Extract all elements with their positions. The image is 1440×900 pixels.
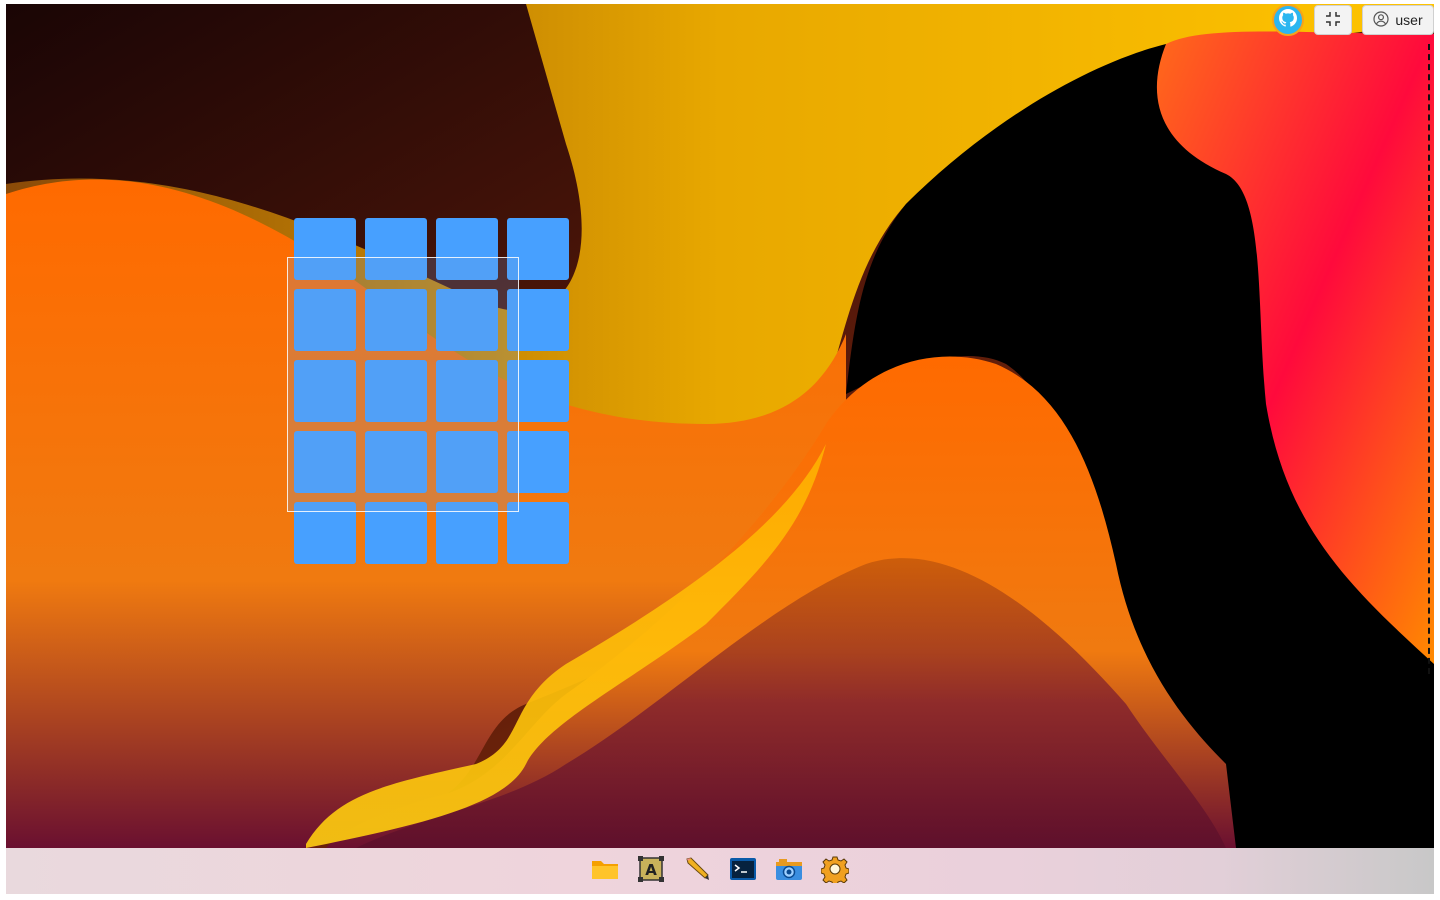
github-button[interactable] (1272, 4, 1304, 36)
gear-icon (820, 855, 850, 888)
user-circle-icon (1373, 10, 1389, 30)
text-editor-icon: A (637, 855, 665, 888)
exit-fullscreen-button[interactable] (1314, 5, 1352, 35)
pencil-icon (683, 855, 711, 888)
top-controls: user (1272, 4, 1434, 36)
dock-file-manager[interactable] (589, 855, 621, 887)
user-label: user (1395, 12, 1423, 28)
wallpaper (6, 4, 1434, 848)
dock-text-editor[interactable]: A (635, 855, 667, 887)
dock-screenshot[interactable] (773, 855, 805, 887)
dock-draw[interactable] (681, 855, 713, 887)
terminal-icon (729, 857, 757, 886)
desktop[interactable]: user (6, 4, 1434, 848)
exit-fullscreen-icon (1324, 10, 1342, 31)
camera-icon (775, 857, 803, 886)
dock: A (6, 848, 1434, 894)
window-resize-edge[interactable] (1428, 44, 1430, 674)
dock-terminal[interactable] (727, 855, 759, 887)
selection-rectangle (287, 257, 519, 512)
user-menu-button[interactable]: user (1362, 5, 1434, 35)
dock-settings[interactable] (819, 855, 851, 887)
svg-text:A: A (645, 861, 657, 879)
folder-icon (591, 857, 619, 886)
github-octocat-icon (1279, 8, 1298, 32)
